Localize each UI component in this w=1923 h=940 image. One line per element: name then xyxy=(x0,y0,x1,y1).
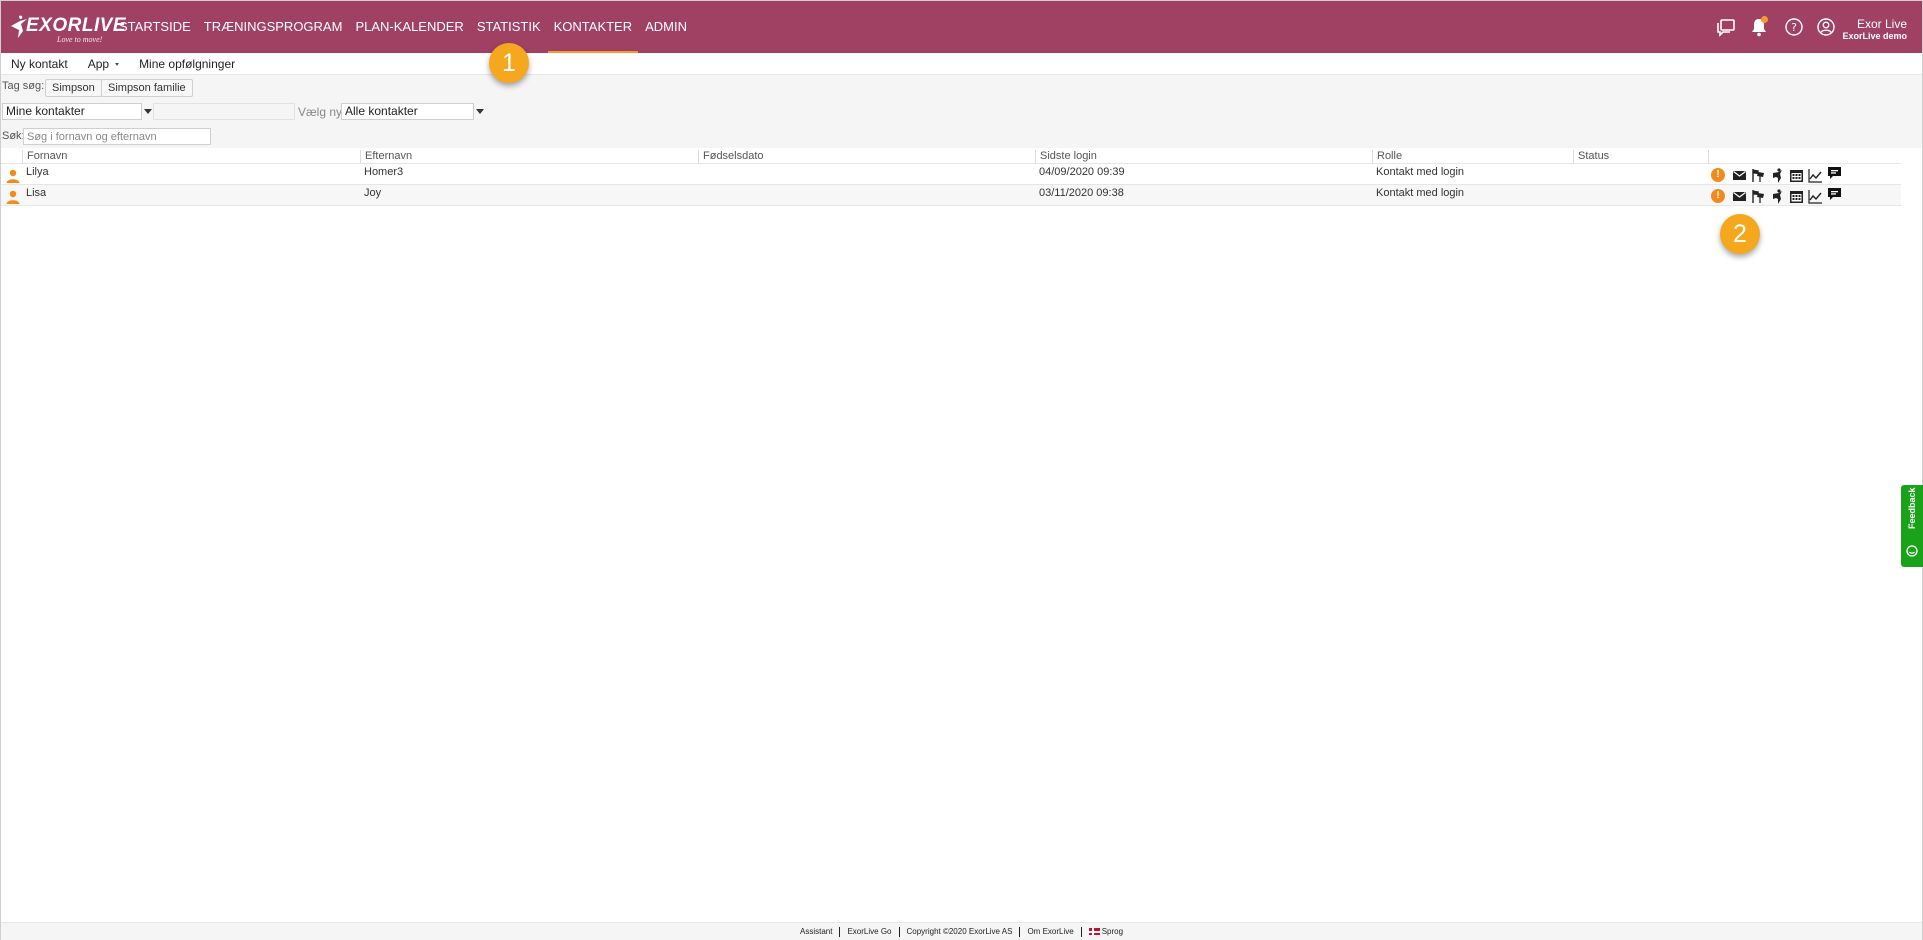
tag-simpson-familie[interactable]: Simpson familie xyxy=(101,79,193,97)
col-fodselsdato[interactable]: Fødselsdato xyxy=(698,150,764,164)
message-icon[interactable] xyxy=(1827,187,1842,202)
logo-tagline: Love to move! xyxy=(57,35,103,44)
nav-kontakter[interactable]: KONTAKTER xyxy=(547,1,639,53)
tag-search-label: Tag søg: xyxy=(2,80,45,92)
app-menu[interactable]: App xyxy=(87,56,120,71)
cell-fornavn[interactable]: Lisa xyxy=(26,187,46,199)
col-status[interactable]: Status xyxy=(1573,150,1609,164)
footer-links: Assistant ExorLive Go Copyright ©2020 Ex… xyxy=(793,927,1130,937)
calendar-icon[interactable] xyxy=(1789,189,1804,204)
footer: Assistant ExorLive Go Copyright ©2020 Ex… xyxy=(1,922,1922,940)
all-contacts-dropdown-arrow-icon[interactable] xyxy=(476,109,484,114)
danish-flag-icon xyxy=(1088,928,1100,936)
chart-icon[interactable] xyxy=(1808,189,1823,204)
caret-down-icon xyxy=(115,62,120,66)
feedback-label: Feedback xyxy=(1907,487,1917,529)
sub-menu: Ny kontakt App Mine opfølgninger xyxy=(1,53,1922,74)
choose-new-label: Vælg ny xyxy=(298,105,343,119)
contacts-dropdown-arrow-icon[interactable] xyxy=(144,109,152,114)
bell-icon[interactable] xyxy=(1749,16,1769,37)
app-menu-label: App xyxy=(87,56,110,71)
nav-traeningsprogram[interactable]: TRÆNINGSPROGRAM xyxy=(198,1,349,53)
main-nav: STARTSIDE TRÆNINGSPROGRAM PLAN-KALENDER … xyxy=(113,1,694,53)
search-label: Søk: xyxy=(2,130,25,142)
callout-2: 2 xyxy=(1720,214,1760,254)
user-org: ExorLive demo xyxy=(1842,31,1907,41)
filter-panel: Tag søg: Simpson Simpson familie Mine ko… xyxy=(1,74,1922,148)
cell-rolle: Kontakt med login xyxy=(1376,166,1465,178)
feedback-icon xyxy=(1906,545,1918,557)
mail-icon[interactable] xyxy=(1732,189,1747,204)
footer-assistant-link[interactable]: Assistant xyxy=(793,927,841,937)
user-account[interactable]: Exor Live ExorLive demo xyxy=(1842,17,1907,42)
col-rolle[interactable]: Rolle xyxy=(1372,150,1402,164)
cell-efternavn[interactable]: Homer3 xyxy=(364,166,403,178)
footer-language-link[interactable]: Sprog xyxy=(1082,927,1130,937)
help-icon[interactable]: ? xyxy=(1784,17,1804,37)
nav-admin[interactable]: ADMIN xyxy=(639,1,693,53)
new-contact-link[interactable]: Ny kontakt xyxy=(11,57,68,71)
flags-icon[interactable] xyxy=(1751,168,1766,183)
person-icon xyxy=(6,190,20,204)
all-contacts-select[interactable]: Alle kontakter xyxy=(341,103,474,120)
flags-icon[interactable] xyxy=(1751,189,1766,204)
cell-sidste-login: 04/09/2020 09:39 xyxy=(1039,166,1125,178)
cell-sidste-login: 03/11/2020 09:38 xyxy=(1039,187,1124,199)
nav-startside[interactable]: STARTSIDE xyxy=(113,1,197,53)
col-fornavn[interactable]: Fornavn xyxy=(22,150,67,164)
search-input[interactable] xyxy=(23,128,211,145)
logo-wordmark: EXORLIVE xyxy=(26,15,127,36)
top-bar: EXORLIVE Love to move! STARTSIDE TRÆNING… xyxy=(1,1,1922,53)
footer-about-link[interactable]: Om ExorLive xyxy=(1020,927,1082,937)
footer-copyright: Copyright ©2020 ExorLive AS xyxy=(900,927,1021,937)
col-actions xyxy=(1708,150,1901,164)
user-name: Exor Live xyxy=(1856,17,1907,31)
exercise-icon[interactable] xyxy=(1770,189,1785,204)
col-sidste-login[interactable]: Sidste login xyxy=(1035,150,1097,164)
followups-link[interactable]: Mine opfølgninger xyxy=(139,57,235,71)
table-row[interactable]: Lisa Joy 03/11/2020 09:38 Kontakt med lo… xyxy=(1,185,1901,206)
nav-plan-kalender[interactable]: PLAN-KALENDER xyxy=(349,1,469,53)
cell-efternavn[interactable]: Joy xyxy=(364,187,381,199)
svg-text:?: ? xyxy=(1791,21,1797,34)
callout-1: 1 xyxy=(489,43,529,83)
tag-simpson[interactable]: Simpson xyxy=(45,79,102,97)
chat-icon[interactable] xyxy=(1716,17,1736,37)
notification-dot xyxy=(1761,16,1768,23)
cell-fornavn[interactable]: Lilya xyxy=(26,166,49,178)
info-icon[interactable]: ! xyxy=(1711,168,1725,182)
chart-icon[interactable] xyxy=(1808,168,1823,183)
user-icon[interactable] xyxy=(1816,17,1836,37)
footer-exorlive-go-link[interactable]: ExorLive Go xyxy=(840,927,900,937)
contacts-secondary-field[interactable] xyxy=(153,103,295,120)
table-header: Fornavn Efternavn Fødselsdato Sidste log… xyxy=(1,148,1901,164)
exercise-icon[interactable] xyxy=(1770,168,1785,183)
message-icon[interactable] xyxy=(1827,166,1842,181)
table-row[interactable]: Lilya Homer3 04/09/2020 09:39 Kontakt me… xyxy=(1,164,1901,185)
col-efternavn[interactable]: Efternavn xyxy=(360,150,412,164)
contacts-select[interactable]: Mine kontakter xyxy=(2,103,142,120)
cell-rolle: Kontakt med login xyxy=(1376,187,1465,199)
footer-language-label: Sprog xyxy=(1101,927,1124,936)
person-icon xyxy=(6,169,20,183)
feedback-tab[interactable]: Feedback xyxy=(1901,485,1923,567)
calendar-icon[interactable] xyxy=(1789,168,1804,183)
exorlive-logo[interactable]: EXORLIVE Love to move! xyxy=(9,11,126,44)
contacts-table: Fornavn Efternavn Fødselsdato Sidste log… xyxy=(1,148,1901,206)
info-icon[interactable]: ! xyxy=(1711,189,1725,203)
mail-icon[interactable] xyxy=(1732,168,1747,183)
